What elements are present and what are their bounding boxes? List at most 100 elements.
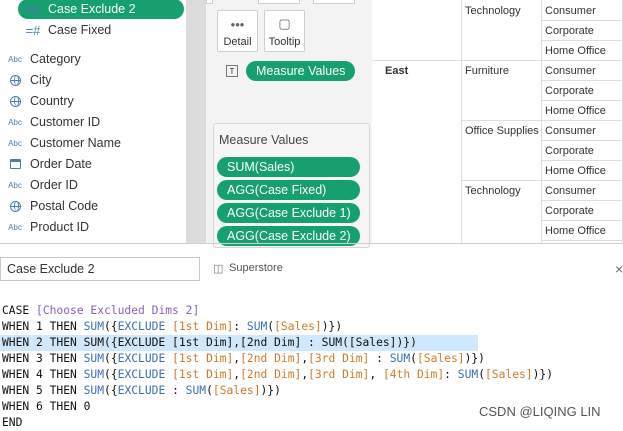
data-field[interactable]: Country: [0, 91, 186, 111]
code-token: SUM: [457, 368, 479, 381]
code-token: [Sales]: [212, 384, 261, 397]
tooltip-button[interactable]: ▢ Tooltip: [264, 10, 305, 52]
grid-line: [461, 60, 541, 61]
code-token: )}): [321, 320, 343, 333]
code-token: SUM: [83, 352, 105, 365]
data-field[interactable]: Postal Code: [0, 196, 186, 216]
measure-values-pill[interactable]: Measure Values: [246, 61, 356, 81]
code-token: :: [172, 384, 186, 397]
data-field[interactable]: Abc Customer Name: [0, 133, 186, 153]
code-token: WHEN 3 THEN: [2, 352, 84, 365]
grid-line: [461, 120, 541, 121]
pane-scrollbar[interactable]: [186, 0, 206, 244]
globe-icon: [0, 200, 30, 212]
code-token: :: [369, 352, 390, 365]
data-source-label: ◫ Superstore: [213, 262, 283, 275]
close-icon[interactable]: ×: [615, 261, 623, 277]
data-source-name: Superstore: [229, 262, 283, 274]
segment-cell: Home Office: [545, 165, 606, 177]
code-token: ({: [104, 320, 118, 333]
abc-icon: Abc: [8, 180, 22, 190]
detail-button[interactable]: ••• Detail: [217, 10, 258, 52]
code-token: WHEN 5 THEN: [2, 384, 84, 397]
grid-line: [541, 80, 623, 81]
abc-icon: Abc: [8, 222, 22, 232]
segment-cell: Corporate: [545, 85, 594, 97]
code-token: WHEN 4 THEN: [2, 368, 84, 381]
grid-line: [541, 240, 623, 241]
abc-icon: Abc: [8, 117, 22, 127]
data-field-label: Postal Code: [30, 199, 99, 213]
calendar-icon: [0, 159, 30, 169]
code-token: EXCLUDE: [117, 384, 173, 397]
code-token: [Sales]: [274, 320, 322, 333]
marks-button-stub[interactable]: [258, 0, 300, 4]
data-field[interactable]: Abc Category: [0, 49, 186, 69]
code-line[interactable]: WHEN 4 THEN SUM({EXCLUDE [1st Dim],[2nd …: [0, 367, 623, 383]
text-mark-icon: T: [226, 65, 238, 77]
data-field[interactable]: City: [0, 70, 186, 90]
segment-cell: Corporate: [545, 25, 594, 37]
globe-icon: [0, 95, 30, 107]
code-line[interactable]: WHEN 1 THEN SUM({EXCLUDE [1st Dim]: SUM(…: [0, 319, 623, 335]
code-token: END: [2, 416, 23, 429]
marks-button-stub[interactable]: [313, 0, 355, 4]
measure-pill[interactable]: SUM(Sales): [217, 157, 360, 177]
editor-divider: [0, 243, 623, 244]
code-token: [Choose Excluded Dims 2]: [36, 304, 200, 317]
segment-cell: Home Office: [545, 225, 606, 237]
data-field[interactable]: Abc Customer ID: [0, 112, 186, 132]
data-field[interactable]: Abc Product ID: [0, 217, 186, 237]
code-token: SUM: [389, 352, 411, 365]
code-token: [3rd Dim]: [308, 368, 370, 381]
data-field[interactable]: =# Case Exclude 2: [18, 0, 184, 19]
segment-cell: Consumer: [545, 125, 596, 137]
abc-icon: Abc: [8, 54, 22, 64]
grid-line: [541, 100, 623, 101]
data-field-label: Order Date: [30, 157, 92, 171]
code-token: ,: [369, 368, 383, 381]
code-token: [2nd Dim]: [240, 352, 302, 365]
code-token: EXCLUDE: [117, 352, 173, 365]
tooltip-label: Tooltip: [268, 36, 301, 48]
grid-line: [541, 120, 623, 121]
code-token: (: [410, 352, 417, 365]
measure-pill[interactable]: AGG(Case Exclude 1): [217, 203, 360, 223]
grid-line: [541, 220, 623, 221]
code-line[interactable]: WHEN 5 THEN SUM({EXCLUDE : SUM([Sales])}…: [0, 383, 623, 399]
code-line[interactable]: WHEN 2 THEN SUM({EXCLUDE [1st Dim],[2nd …: [0, 335, 478, 351]
code-token: EXCLUDE: [117, 368, 173, 381]
marks-button-stub[interactable]: [206, 0, 213, 4]
code-token: SUM: [246, 320, 268, 333]
data-field-label: Order ID: [30, 178, 78, 192]
data-field-label: Country: [30, 94, 74, 108]
segment-cell: Home Office: [545, 105, 606, 117]
measure-pill[interactable]: AGG(Case Fixed): [217, 180, 360, 200]
category-cell: Technology: [465, 185, 521, 197]
code-token: ({: [104, 384, 118, 397]
data-source-icon: ◫: [213, 263, 224, 275]
code-token: [Sales]: [485, 368, 533, 381]
segment-cell: Corporate: [545, 205, 594, 217]
code-line[interactable]: CASE [Choose Excluded Dims 2]: [0, 303, 623, 319]
grid-line: [541, 0, 542, 244]
code-token: SUM: [83, 384, 105, 397]
category-cell: Furniture: [465, 65, 510, 77]
data-field-label: Case Fixed: [48, 23, 112, 37]
code-token: SUM: [185, 384, 207, 397]
category-cell: Office Supplies: [465, 125, 539, 137]
code-line[interactable]: WHEN 3 THEN SUM({EXCLUDE [1st Dim],[2nd …: [0, 351, 623, 367]
code-token: WHEN 1 THEN: [2, 320, 84, 333]
code-token: [1st Dim]: [172, 320, 234, 333]
code-token: [3rd Dim]: [308, 352, 370, 365]
code-token: [Sales]: [416, 352, 465, 365]
globe-icon: [0, 74, 30, 86]
code-token: SUM: [83, 320, 105, 333]
data-field-label: Customer ID: [30, 115, 101, 129]
data-field[interactable]: Abc Order ID: [0, 175, 186, 195]
measure-values-title: Measure Values: [219, 133, 309, 147]
category-cell: Technology: [465, 5, 521, 17]
data-field[interactable]: =# Case Fixed: [18, 20, 186, 40]
data-field[interactable]: Order Date: [0, 154, 186, 174]
calculation-name-input[interactable]: [0, 257, 200, 281]
